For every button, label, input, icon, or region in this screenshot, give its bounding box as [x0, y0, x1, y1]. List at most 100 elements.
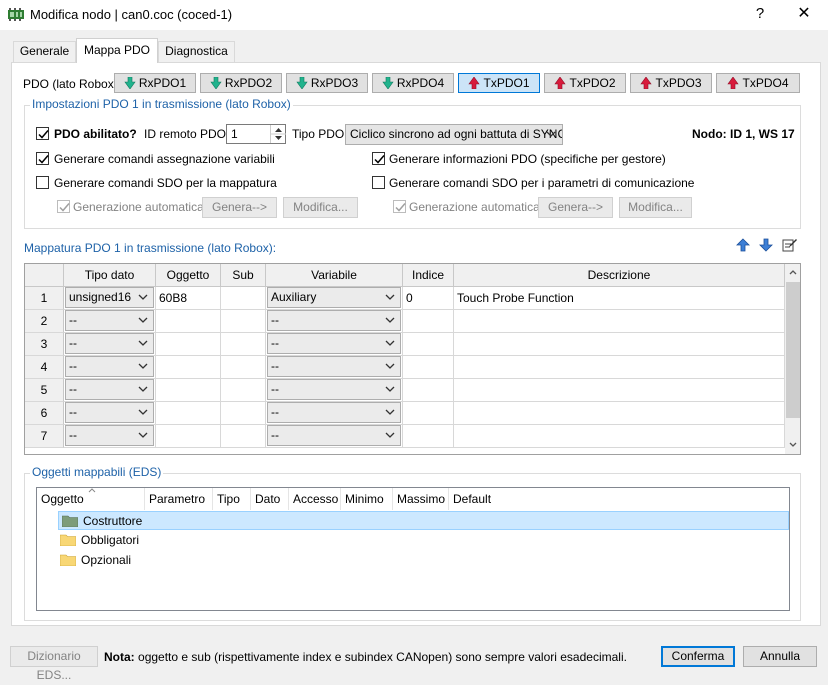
tree-col-minimo[interactable]: Minimo	[341, 488, 393, 510]
object-cell[interactable]	[156, 425, 221, 448]
variable-select[interactable]: --	[266, 425, 403, 448]
variable-select-combo[interactable]: --	[267, 402, 401, 423]
sub-cell[interactable]	[221, 402, 266, 425]
tree-col-default[interactable]: Default	[449, 488, 509, 510]
index-cell[interactable]	[403, 356, 454, 379]
help-button[interactable]: ?	[746, 3, 774, 25]
variable-select-combo[interactable]: --	[267, 425, 401, 446]
rxpdo2-button[interactable]: RxPDO2	[200, 73, 282, 93]
assign-cmds-checkbox[interactable]	[36, 152, 49, 165]
col-header-tipo-dato[interactable]: Tipo dato	[64, 264, 156, 287]
scroll-thumb[interactable]	[786, 282, 800, 418]
sub-cell[interactable]	[221, 287, 266, 310]
type-select-combo[interactable]: --	[65, 379, 154, 400]
object-cell[interactable]	[156, 310, 221, 333]
sub-cell[interactable]	[221, 379, 266, 402]
sdo-comm-checkbox[interactable]	[372, 176, 385, 189]
sdo-mapping-checkbox[interactable]	[36, 176, 49, 189]
col-header-indice[interactable]: Indice	[403, 264, 454, 287]
rxpdo3-button[interactable]: RxPDO3	[286, 73, 368, 93]
auto-gen-left-checkbox[interactable]	[57, 200, 70, 213]
type-select-combo[interactable]: --	[65, 356, 154, 377]
type-select[interactable]: --	[64, 402, 156, 425]
variable-select-combo[interactable]: --	[267, 379, 401, 400]
modify-right-button[interactable]: Modifica...	[619, 197, 692, 218]
scroll-up-icon[interactable]	[789, 269, 797, 275]
description-cell[interactable]	[454, 333, 785, 356]
rxpdo4-button[interactable]: RxPDO4	[372, 73, 454, 93]
scroll-down-icon[interactable]	[789, 442, 797, 448]
type-select[interactable]: --	[64, 425, 156, 448]
tree-col-tipo[interactable]: Tipo	[213, 488, 251, 510]
variable-select-combo[interactable]: Auxiliary	[267, 287, 401, 308]
col-header-descrizione[interactable]: Descrizione	[454, 264, 785, 287]
description-cell[interactable]	[454, 402, 785, 425]
confirm-button[interactable]: Conferma	[661, 646, 735, 667]
txpdo3-button[interactable]: TxPDO3	[630, 73, 712, 93]
col-header-oggetto[interactable]: Oggetto	[156, 264, 221, 287]
index-cell[interactable]: 0	[403, 287, 454, 310]
description-cell[interactable]	[454, 356, 785, 379]
generate-left-button[interactable]: Genera-->	[202, 197, 277, 218]
close-button[interactable]: ✕	[790, 3, 818, 25]
txpdo2-button[interactable]: TxPDO2	[544, 73, 626, 93]
tree-col-oggetto[interactable]: Oggetto	[37, 488, 145, 510]
eds-dictionary-button[interactable]: Dizionario EDS...	[10, 646, 98, 682]
modify-left-button[interactable]: Modifica...	[283, 197, 358, 218]
auto-gen-right-checkbox[interactable]	[393, 200, 406, 213]
tab-generale[interactable]: Generale	[13, 41, 76, 62]
tree-col-massimo[interactable]: Massimo	[393, 488, 449, 510]
sub-cell[interactable]	[221, 310, 266, 333]
edit-icon[interactable]	[782, 237, 797, 252]
object-cell[interactable]: 60B8	[156, 287, 221, 310]
object-cell[interactable]	[156, 379, 221, 402]
description-cell[interactable]	[454, 379, 785, 402]
pdo-type-select[interactable]: Ciclico sincrono ad ogni battuta di SYNC	[345, 124, 563, 145]
tree-col-parametro[interactable]: Parametro	[145, 488, 213, 510]
type-select-combo[interactable]: --	[65, 402, 154, 423]
type-select-combo[interactable]: --	[65, 333, 154, 354]
variable-select[interactable]: --	[266, 310, 403, 333]
type-select[interactable]: --	[64, 333, 156, 356]
type-select[interactable]: --	[64, 310, 156, 333]
pdo-info-checkbox[interactable]	[372, 152, 385, 165]
col-header-sub[interactable]: Sub	[221, 264, 266, 287]
description-cell[interactable]	[454, 425, 785, 448]
object-cell[interactable]	[156, 402, 221, 425]
tree-item-costruttore[interactable]: Costruttore	[58, 511, 789, 530]
txpdo4-button[interactable]: TxPDO4	[716, 73, 800, 93]
type-select[interactable]: --	[64, 356, 156, 379]
cancel-button[interactable]: Annulla	[743, 646, 817, 667]
generate-right-button[interactable]: Genera-->	[538, 197, 613, 218]
type-select-combo[interactable]: --	[65, 310, 154, 331]
variable-select[interactable]: --	[266, 402, 403, 425]
variable-select[interactable]: --	[266, 379, 403, 402]
grid-vertical-scrollbar[interactable]	[785, 264, 800, 454]
col-header-variabile[interactable]: Variabile	[266, 264, 403, 287]
remote-id-spinner[interactable]: 1	[226, 124, 286, 144]
object-cell[interactable]	[156, 333, 221, 356]
tree-col-dato[interactable]: Dato	[251, 488, 289, 510]
description-cell[interactable]	[454, 310, 785, 333]
index-cell[interactable]	[403, 402, 454, 425]
type-select[interactable]: --	[64, 379, 156, 402]
variable-select[interactable]: Auxiliary	[266, 287, 403, 310]
pdo-enabled-checkbox[interactable]	[36, 127, 49, 140]
rxpdo1-button[interactable]: RxPDO1	[114, 73, 196, 93]
index-cell[interactable]	[403, 379, 454, 402]
sub-cell[interactable]	[221, 333, 266, 356]
description-cell[interactable]: Touch Probe Function	[454, 287, 785, 310]
tab-mappa-pdo[interactable]: Mappa PDO	[76, 38, 158, 63]
type-select[interactable]: unsigned16	[64, 287, 156, 310]
variable-select-combo[interactable]: --	[267, 356, 401, 377]
index-cell[interactable]	[403, 310, 454, 333]
type-select-combo[interactable]: --	[65, 425, 154, 446]
index-cell[interactable]	[403, 333, 454, 356]
sub-cell[interactable]	[221, 356, 266, 379]
variable-select[interactable]: --	[266, 333, 403, 356]
move-down-icon[interactable]	[759, 238, 773, 252]
variable-select[interactable]: --	[266, 356, 403, 379]
move-up-icon[interactable]	[736, 238, 750, 252]
index-cell[interactable]	[403, 425, 454, 448]
tab-diagnostica[interactable]: Diagnostica	[158, 41, 235, 62]
